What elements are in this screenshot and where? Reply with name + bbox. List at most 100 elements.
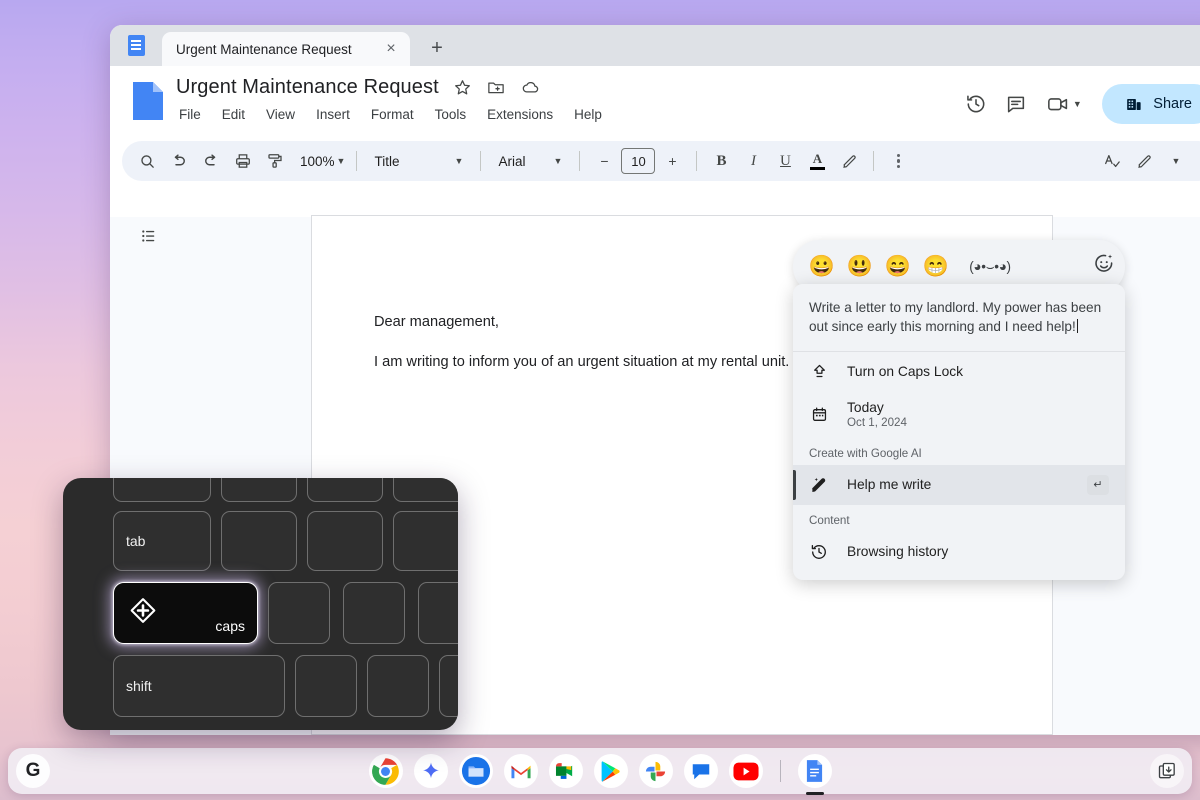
- google-chat-icon[interactable]: [684, 754, 718, 788]
- divider: [873, 151, 874, 171]
- letter-key-z[interactable]: [295, 655, 357, 717]
- page-title[interactable]: Urgent Maintenance Request: [176, 76, 439, 99]
- query-text: Write a letter to my landlord. My power …: [809, 300, 1101, 334]
- version-history-icon[interactable]: [956, 84, 996, 124]
- text-color-letter: A: [813, 152, 822, 165]
- launcher-diamond-icon: [128, 596, 158, 631]
- letter-key-d[interactable]: [418, 582, 458, 644]
- underline-button[interactable]: U: [770, 146, 800, 176]
- document-outline-icon[interactable]: [134, 221, 164, 251]
- suggestion-turn-on-caps-lock[interactable]: Turn on Caps Lock: [793, 352, 1125, 392]
- shift-key[interactable]: shift: [113, 655, 285, 717]
- italic-button[interactable]: I: [738, 146, 768, 176]
- google-meet-icon[interactable]: [549, 754, 583, 788]
- text-color-button[interactable]: A: [802, 146, 832, 176]
- google-docs-icon[interactable]: [798, 754, 832, 788]
- divider: [780, 760, 781, 782]
- number-row-key-4[interactable]: [393, 478, 458, 502]
- title-block: Urgent Maintenance Request: [176, 74, 956, 137]
- launcher-button[interactable]: G: [16, 754, 50, 788]
- increase-font-size-button[interactable]: +: [657, 146, 687, 176]
- letter-key-x[interactable]: [367, 655, 429, 717]
- number-row-key-2[interactable]: [221, 478, 297, 502]
- tab-key[interactable]: tab: [113, 511, 211, 571]
- letter-key-q[interactable]: [221, 511, 297, 571]
- gmail-icon[interactable]: [504, 754, 538, 788]
- shelf-app-list: [369, 754, 832, 788]
- share-button[interactable]: Share: [1102, 84, 1200, 124]
- tab-strip: Urgent Maintenance Request × +: [110, 25, 1200, 66]
- menu-item-extensions[interactable]: Extensions: [484, 105, 556, 124]
- zoom-level-select[interactable]: 100% ▼: [292, 154, 347, 169]
- files-icon[interactable]: [459, 754, 493, 788]
- comment-icon[interactable]: [996, 84, 1036, 124]
- emoji-grin-beam-icon[interactable]: 😁: [917, 248, 955, 286]
- cloud-saved-icon[interactable]: [520, 78, 541, 97]
- move-folder-icon[interactable]: [486, 78, 506, 97]
- paragraph-style-select[interactable]: Title ▼: [366, 147, 471, 175]
- menu-item-edit[interactable]: Edit: [219, 105, 248, 124]
- menu-item-view[interactable]: View: [263, 105, 298, 124]
- title-row: Urgent Maintenance Request: [176, 76, 956, 99]
- enter-key-hint: ↵: [1087, 475, 1109, 495]
- new-tab-button[interactable]: +: [422, 33, 452, 63]
- docs-toolbar: 100% ▼ Title ▼ Arial ▼ − 10 + B I U A: [122, 141, 1200, 181]
- highlight-pen-icon[interactable]: [834, 146, 864, 176]
- share-label: Share: [1153, 96, 1192, 112]
- more-options-icon[interactable]: [883, 146, 913, 176]
- spelling-check-icon[interactable]: [1097, 146, 1127, 176]
- number-row-key-3[interactable]: [307, 478, 383, 502]
- menu-item-file[interactable]: File: [176, 105, 204, 124]
- zoom-value: 100%: [300, 154, 335, 169]
- menu-item-format[interactable]: Format: [368, 105, 417, 124]
- gemini-icon[interactable]: [414, 754, 448, 788]
- screen-capture-icon[interactable]: [1150, 754, 1184, 788]
- emoji-smiley-icon[interactable]: 😃: [841, 248, 879, 286]
- number-row-key-1[interactable]: [113, 478, 211, 502]
- suggestion-browsing-history[interactable]: Browsing history: [793, 532, 1125, 572]
- paint-format-icon[interactable]: [260, 146, 290, 176]
- star-icon[interactable]: [453, 78, 472, 97]
- suggestion-panel: Write a letter to my landlord. My power …: [793, 284, 1125, 580]
- youtube-icon[interactable]: [729, 754, 763, 788]
- letter-key-c[interactable]: [439, 655, 458, 717]
- menu-item-insert[interactable]: Insert: [313, 105, 353, 124]
- decrease-font-size-button[interactable]: −: [589, 146, 619, 176]
- google-docs-logo: [130, 78, 166, 124]
- redo-icon[interactable]: [196, 146, 226, 176]
- print-icon[interactable]: [228, 146, 258, 176]
- emoji-smile-eyes-icon[interactable]: 😄: [879, 248, 917, 286]
- emoji-picker-icon[interactable]: [1093, 253, 1115, 281]
- caps-key[interactable]: caps: [113, 582, 258, 644]
- chrome-icon[interactable]: [369, 754, 403, 788]
- suggestion-today-date[interactable]: Today Oct 1, 2024: [793, 392, 1125, 438]
- docs-header: Urgent Maintenance Request: [110, 66, 1200, 137]
- menu-item-help[interactable]: Help: [571, 105, 605, 124]
- undo-icon[interactable]: [164, 146, 194, 176]
- chevron-down-icon[interactable]: ▼: [1073, 99, 1082, 109]
- caps-lock-icon: [809, 363, 829, 380]
- editing-mode-pen-icon[interactable]: [1129, 146, 1159, 176]
- browser-tab[interactable]: Urgent Maintenance Request ×: [162, 32, 410, 66]
- emoji-grinning-icon[interactable]: 😀: [803, 248, 841, 286]
- font-family-select[interactable]: Arial ▼: [490, 147, 570, 175]
- font-size-input[interactable]: 10: [621, 148, 655, 174]
- bold-button[interactable]: B: [706, 146, 736, 176]
- letter-key-a[interactable]: [268, 582, 330, 644]
- query-box[interactable]: Write a letter to my landlord. My power …: [793, 284, 1125, 352]
- search-icon[interactable]: [132, 146, 162, 176]
- editing-mode-chevron[interactable]: ▼: [1161, 146, 1191, 176]
- letter-key-w[interactable]: [307, 511, 383, 571]
- close-icon[interactable]: ×: [380, 38, 402, 60]
- meet-video-icon[interactable]: ▼: [1036, 84, 1092, 124]
- letter-key-s[interactable]: [343, 582, 405, 644]
- kebab-menu-icon[interactable]: [1188, 25, 1200, 66]
- google-photos-icon[interactable]: [639, 754, 673, 788]
- play-store-icon[interactable]: [594, 754, 628, 788]
- suggestion-help-me-write[interactable]: Help me write ↵: [793, 465, 1125, 505]
- letter-key-e[interactable]: [393, 511, 458, 571]
- kaomoji-suggestion[interactable]: (◕•⌣•◕): [955, 259, 1025, 275]
- calendar-icon: [809, 406, 829, 423]
- menu-item-tools[interactable]: Tools: [432, 105, 470, 124]
- suggestion-label: Today: [847, 400, 907, 415]
